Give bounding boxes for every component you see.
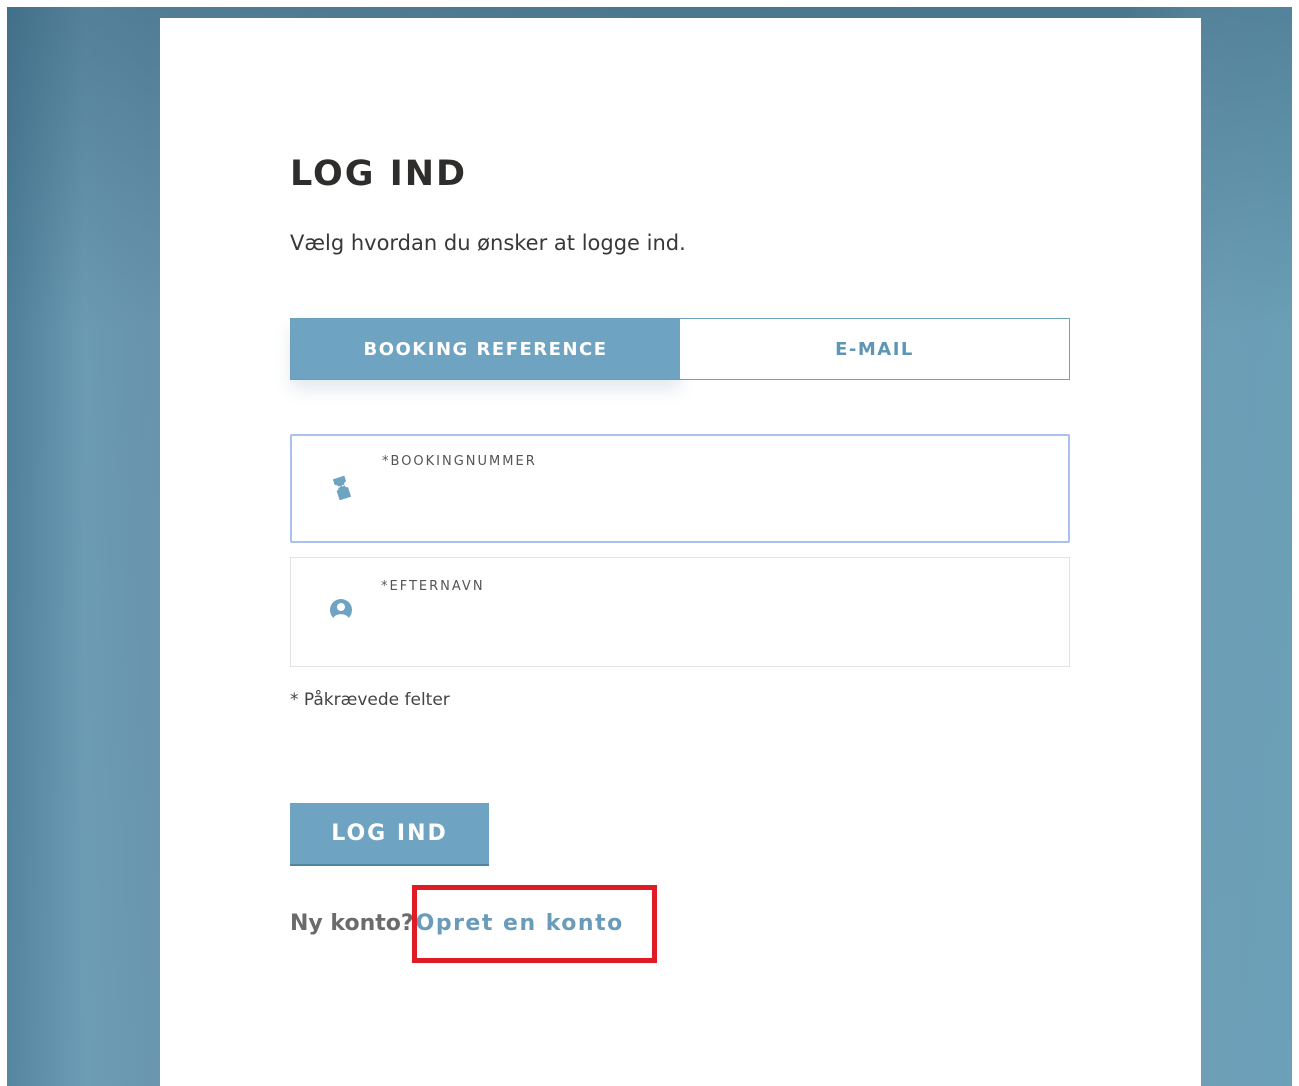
booking-number-field[interactable]: *BOOKINGNUMMER <box>290 434 1070 543</box>
last-name-label: *EFTERNAVN <box>381 579 485 594</box>
new-account-question: Ny konto? <box>290 911 414 936</box>
login-card: LOG IND Vælg hvordan du ønsker at logge … <box>160 18 1201 1086</box>
last-name-field[interactable]: *EFTERNAVN <box>290 557 1070 667</box>
page-subtitle: Vælg hvordan du ønsker at logge ind. <box>290 231 686 255</box>
booking-number-label: *BOOKINGNUMMER <box>382 454 537 469</box>
page-title: LOG IND <box>290 154 468 194</box>
create-account-link[interactable]: Opret en konto <box>416 911 624 936</box>
ticket-icon <box>328 474 356 502</box>
required-fields-note: * Påkrævede felter <box>290 690 450 710</box>
booking-number-input[interactable] <box>382 486 1042 522</box>
user-icon <box>327 596 355 624</box>
tab-email[interactable]: E-MAIL <box>680 319 1069 379</box>
tab-booking-reference[interactable]: BOOKING REFERENCE <box>291 319 680 379</box>
new-account-prompt: Ny konto?Opret en konto <box>290 908 624 940</box>
last-name-input[interactable] <box>381 608 1041 644</box>
login-method-tabs: BOOKING REFERENCE E-MAIL <box>290 318 1070 380</box>
login-button[interactable]: LOG IND <box>290 803 489 866</box>
